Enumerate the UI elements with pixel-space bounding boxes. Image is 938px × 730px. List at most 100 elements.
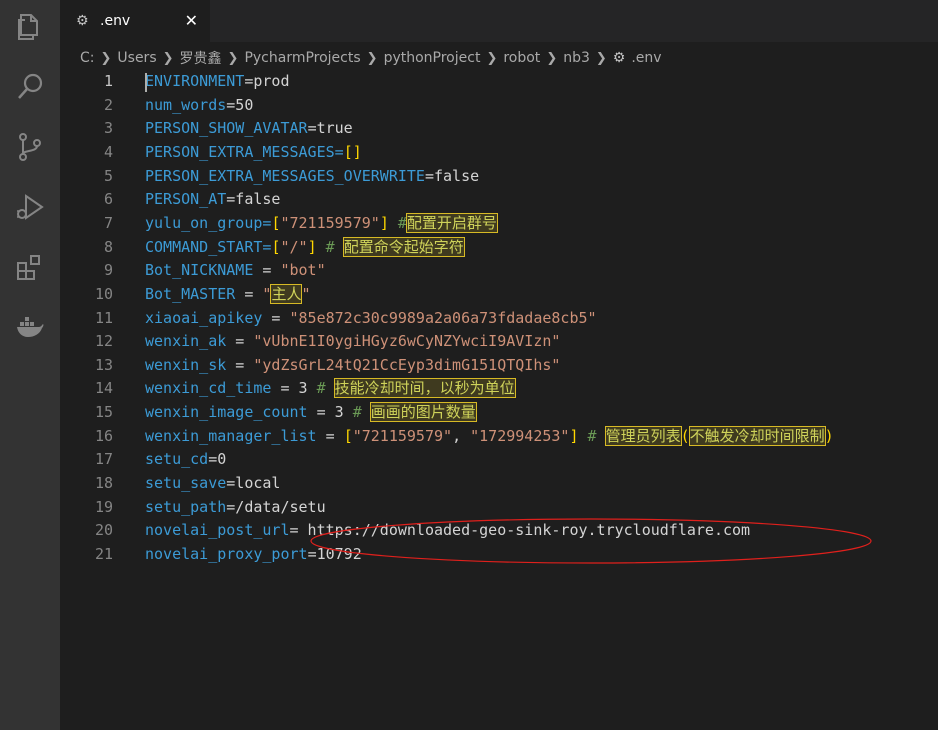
source-control-icon[interactable] xyxy=(13,130,47,164)
tab-env[interactable]: ⚙ .env ✕ xyxy=(60,0,210,42)
code-token: =0 xyxy=(208,450,227,469)
code-line[interactable]: 10 Bot_MASTER = "主人" xyxy=(60,283,938,307)
chevron-right-icon: ❯ xyxy=(227,50,239,66)
code-token: # xyxy=(578,426,606,445)
code-token: = xyxy=(262,308,290,327)
line-number: 15 xyxy=(94,403,113,422)
code-token: # xyxy=(316,237,344,256)
chevron-right-icon: ❯ xyxy=(366,50,378,66)
code-line[interactable]: 16 wenxin_manager_list = ["721159579", "1… xyxy=(60,425,938,449)
code-line[interactable]: 7 yulu_on_group=["721159579"] #配置开启群号 xyxy=(60,212,938,236)
code-token: novelai_post_url xyxy=(145,521,290,540)
code-line[interactable]: 18 setu_save=local xyxy=(60,472,938,496)
code-token: num_words xyxy=(145,95,227,114)
code-token: COMMAND_START xyxy=(145,237,263,256)
line-number: 14 xyxy=(94,379,113,398)
code-token: PERSON_EXTRA_MESSAGES_OVERWRITE xyxy=(145,166,425,185)
line-content: wenxin_manager_list = ["721159579", "172… xyxy=(145,425,834,449)
files-icon[interactable] xyxy=(13,10,47,44)
code-token: wenxin_manager_list xyxy=(145,426,317,445)
breadcrumb-item-robot[interactable]: robot xyxy=(503,50,540,66)
code-token: = xyxy=(226,332,254,351)
run-debug-icon[interactable] xyxy=(13,190,47,224)
code-line[interactable]: 11 xiaoai_apikey = "85e872c30c9989a2a06a7… xyxy=(60,307,938,331)
code-editor[interactable]: 1 ENVIRONMENT=prod 2 num_words=50 3 PERSON_SH… xyxy=(60,70,938,730)
code-line[interactable]: 5 PERSON_EXTRA_MESSAGES_OVERWRITE=false xyxy=(60,165,938,189)
code-token: 管理员列表 xyxy=(604,425,682,446)
code-token: =local xyxy=(226,474,281,493)
line-content: PERSON_SHOW_AVATAR=true xyxy=(145,117,353,141)
code-line[interactable]: 19 setu_path=/data/setu xyxy=(60,496,938,520)
line-number: 6 xyxy=(103,190,113,209)
chevron-right-icon: ❯ xyxy=(100,50,112,66)
breadcrumb: C: ❯ Users ❯ 罗贵鑫 ❯ PycharmProjects ❯ pyt… xyxy=(80,47,662,69)
gear-icon: ⚙ xyxy=(612,50,626,66)
code-line[interactable]: 1 ENVIRONMENT=prod xyxy=(60,70,938,94)
breadcrumb-item-drive[interactable]: C: xyxy=(80,50,95,66)
line-number: 16 xyxy=(94,426,113,445)
code-line[interactable]: 12 wenxin_ak = "vUbnE1I0ygiHGyz6wCyNZYwci… xyxy=(60,330,938,354)
code-token: yulu_on_group xyxy=(145,213,263,232)
code-line[interactable]: 13 wenxin_sk = "ydZsGrL24tQ21CcEyp3dimG15… xyxy=(60,354,938,378)
code-token: setu_path xyxy=(145,497,227,516)
code-token: = xyxy=(235,284,263,303)
line-number: 19 xyxy=(94,497,113,516)
code-token: = xyxy=(334,142,344,161)
code-token: 配置开启群号 xyxy=(405,212,498,233)
breadcrumb-item-file[interactable]: .env xyxy=(631,50,661,66)
line-number: 10 xyxy=(94,284,113,303)
line-content: COMMAND_START=["/"] # 配置命令起始字符 xyxy=(145,236,465,260)
code-token: "/" xyxy=(280,237,308,256)
breadcrumb-item-user[interactable]: 罗贵鑫 xyxy=(180,48,222,68)
code-token: ) xyxy=(824,426,834,445)
code-line[interactable]: 15 wenxin_image_count = 3 # 画画的图片数量 xyxy=(60,401,938,425)
line-content: num_words=50 xyxy=(145,94,253,118)
code-line[interactable]: 8 COMMAND_START=["/"] # 配置命令起始字符 xyxy=(60,236,938,260)
code-token: "85e872c30c9989a2a06a73fdadae8cb5" xyxy=(289,308,597,327)
line-content: PERSON_EXTRA_MESSAGES=[] xyxy=(145,141,362,165)
code-token: = xyxy=(253,261,281,280)
line-content: wenxin_ak = "vUbnE1I0ygiHGyz6wCyNZYwciI9… xyxy=(145,330,560,354)
line-number: 20 xyxy=(94,521,113,540)
line-number: 18 xyxy=(94,474,113,493)
code-token: # xyxy=(316,379,335,398)
line-number: 8 xyxy=(103,237,113,256)
code-token: = xyxy=(316,426,344,445)
line-number: 17 xyxy=(94,450,113,469)
breadcrumb-item-nb3[interactable]: nb3 xyxy=(563,50,590,66)
tab-label: .env xyxy=(100,13,131,29)
code-token: setu_cd xyxy=(145,450,209,469)
breadcrumb-item-users[interactable]: Users xyxy=(117,50,156,66)
line-number: 4 xyxy=(103,142,113,161)
line-number: 2 xyxy=(103,95,113,114)
line-content: setu_save=local xyxy=(145,472,280,496)
code-line[interactable]: 17 setu_cd=0 xyxy=(60,448,938,472)
breadcrumb-item-pythonproject[interactable]: pythonProject xyxy=(384,50,481,66)
code-token: wenxin_cd_time xyxy=(145,379,272,398)
code-token: Bot_MASTER xyxy=(145,284,236,303)
code-line[interactable]: 3 PERSON_SHOW_AVATAR=true xyxy=(60,117,938,141)
chevron-right-icon: ❯ xyxy=(486,50,498,66)
code-line[interactable]: 9 Bot_NICKNAME = "bot" xyxy=(60,259,938,283)
close-icon[interactable]: ✕ xyxy=(185,11,198,30)
code-token: =true xyxy=(307,119,353,138)
line-content: xiaoai_apikey = "85e872c30c9989a2a06a73f… xyxy=(145,307,597,331)
line-number: 11 xyxy=(94,308,113,327)
line-content: PERSON_EXTRA_MESSAGES_OVERWRITE=false xyxy=(145,165,479,189)
code-line[interactable]: 4 PERSON_EXTRA_MESSAGES=[] xyxy=(60,141,938,165)
code-line[interactable]: 6 PERSON_AT=false xyxy=(60,188,938,212)
code-token: 技能冷却时间，以秒为单位 xyxy=(333,378,516,399)
search-icon[interactable] xyxy=(13,70,47,104)
code-token: "172994253" xyxy=(470,426,570,445)
code-token: wenxin_ak xyxy=(145,332,227,351)
code-token: PERSON_SHOW_AVATAR xyxy=(145,119,308,138)
line-content: yulu_on_group=["721159579"] #配置开启群号 xyxy=(145,212,498,236)
code-line[interactable]: 14 wenxin_cd_time = 3 # 技能冷却时间，以秒为单位 xyxy=(60,377,938,401)
extensions-icon[interactable] xyxy=(13,250,47,284)
line-number: 1 xyxy=(103,72,113,90)
breadcrumb-item-pycharmprojects[interactable]: PycharmProjects xyxy=(244,50,360,66)
code-line[interactable]: 2 num_words=50 xyxy=(60,94,938,118)
docker-icon[interactable] xyxy=(13,310,47,344)
code-token: # xyxy=(352,403,371,422)
code-token: "721159579" xyxy=(280,213,380,232)
